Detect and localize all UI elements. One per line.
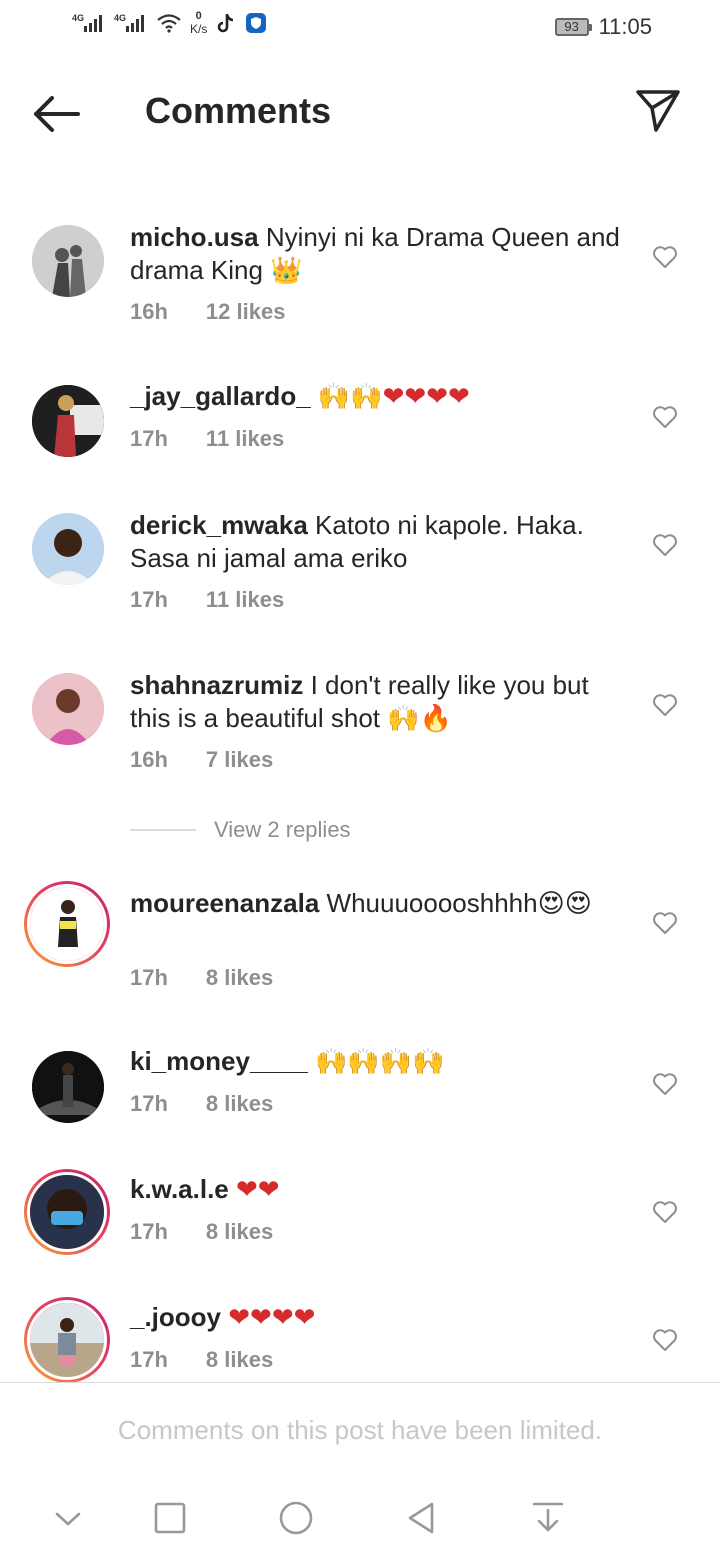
comment-time: 16h	[130, 747, 168, 772]
comment-meta: 16h 7 likes	[130, 747, 273, 773]
comment-username[interactable]: micho.usa	[130, 222, 259, 252]
heart-outline-icon[interactable]	[652, 693, 678, 717]
comment-text: moureenanzala Whuuuooooshhhh😍😍	[130, 887, 620, 920]
battery-icon: 93	[554, 18, 592, 36]
page-title: Comments	[145, 90, 332, 131]
comment-username[interactable]: ki_money____	[130, 1046, 308, 1076]
signal-icon: 4G	[72, 13, 102, 32]
network-speed: 0 K/s	[190, 10, 207, 36]
avatar-story-ring[interactable]	[24, 1169, 110, 1255]
download-icon[interactable]	[528, 1498, 568, 1538]
comment-likes[interactable]: 8 likes	[206, 1219, 273, 1244]
comment-username[interactable]: derick_mwaka	[130, 510, 308, 540]
heart-outline-icon[interactable]	[652, 1072, 678, 1096]
view-replies-label[interactable]: View 2 replies	[214, 817, 351, 843]
clock: 11:05	[598, 14, 652, 39]
wifi-icon	[157, 14, 181, 33]
comment-time: 16h	[130, 299, 168, 324]
comment-username[interactable]: _jay_gallardo_	[130, 381, 311, 411]
square-icon[interactable]	[150, 1498, 190, 1538]
avatar-story-ring[interactable]	[24, 1297, 110, 1383]
avatar-image	[32, 1051, 104, 1123]
status-right: 93 11:05	[554, 14, 652, 40]
replies-divider	[130, 829, 196, 831]
tiktok-icon	[218, 14, 234, 33]
heart-outline-icon[interactable]	[652, 533, 678, 557]
comment-likes[interactable]: 11 likes	[206, 426, 284, 451]
comments-limited-label: Comments on this post have been limited.	[117, 1415, 603, 1445]
heart-outline-icon[interactable]	[652, 911, 678, 935]
shield-app-icon	[246, 13, 267, 33]
avatar-image	[32, 385, 104, 457]
comment-username[interactable]: _.joooy	[130, 1302, 221, 1332]
comment-meta: 16h 12 likes	[130, 299, 285, 325]
heart-outline-icon[interactable]	[652, 1328, 678, 1352]
heart-outline-icon[interactable]	[652, 245, 678, 269]
heart-outline-icon[interactable]	[652, 1200, 678, 1224]
comment-body: Whuuuooooshhhh😍😍	[326, 888, 592, 918]
comments-limited-bar: Comments on this post have been limited.	[0, 1382, 720, 1473]
avatar-story-ring[interactable]	[24, 881, 110, 967]
comment-username[interactable]: shahnazrumiz	[130, 670, 303, 700]
avatar[interactable]	[32, 673, 104, 745]
comment-time: 17h	[130, 1219, 168, 1244]
comment-time: 17h	[130, 1347, 168, 1372]
comment-time: 17h	[130, 587, 168, 612]
avatar[interactable]	[32, 225, 104, 297]
comment-time: 17h	[130, 1091, 168, 1116]
comment-text: _.joooy ❤❤❤❤	[130, 1301, 620, 1334]
circle-icon[interactable]	[276, 1498, 316, 1538]
avatar[interactable]	[32, 1051, 104, 1123]
comment-text: ki_money____ 🙌🙌🙌🙌	[130, 1045, 620, 1078]
comment-time: 17h	[130, 426, 168, 451]
status-left: 4G 4G 0 K/s	[72, 10, 267, 36]
comment-meta: 17h 11 likes	[130, 426, 284, 452]
view-replies[interactable]: View 2 replies	[130, 817, 351, 843]
status-bar: 4G 4G 0 K/s 93 11:05	[0, 0, 720, 56]
speed-unit: K/s	[190, 22, 208, 36]
svg-text:4G: 4G	[72, 13, 84, 23]
comment-time: 17h	[130, 965, 168, 990]
comment-likes[interactable]: 7 likes	[206, 747, 273, 772]
chevron-down-icon[interactable]	[48, 1498, 88, 1538]
avatar-image	[32, 513, 104, 585]
comment-text: _jay_gallardo_ 🙌🙌❤❤❤❤	[130, 380, 620, 413]
comment-text: k.w.a.l.e ❤❤	[130, 1173, 620, 1206]
comments-header: Comments	[0, 70, 720, 156]
comment-meta: 17h 11 likes	[130, 587, 284, 613]
comment-username[interactable]: k.w.a.l.e	[130, 1174, 229, 1204]
triangle-back-icon[interactable]	[402, 1498, 442, 1538]
avatar-image	[30, 1175, 104, 1249]
signal-icon-2: 4G	[114, 13, 144, 32]
comment-body: 🙌🙌❤❤❤❤	[317, 381, 470, 411]
comment-likes[interactable]: 8 likes	[206, 1347, 273, 1372]
comment-meta: 17h 8 likes	[130, 1347, 273, 1373]
comment-text: derick_mwaka Katoto ni kapole. Haka. Sas…	[130, 509, 620, 575]
heart-outline-icon[interactable]	[652, 405, 678, 429]
comment-likes[interactable]: 8 likes	[206, 965, 273, 990]
comment-meta: 17h 8 likes	[130, 965, 273, 991]
comment-likes[interactable]: 8 likes	[206, 1091, 273, 1116]
avatar[interactable]	[32, 513, 104, 585]
comment-meta: 17h 8 likes	[130, 1091, 273, 1117]
comment-meta: 17h 8 likes	[130, 1219, 273, 1245]
back-arrow-icon[interactable]	[30, 92, 82, 136]
system-nav-bar	[0, 1480, 720, 1560]
comment-body: ❤❤	[236, 1174, 280, 1204]
send-icon[interactable]	[634, 86, 682, 134]
avatar-image	[30, 887, 104, 961]
avatar-image	[30, 1303, 104, 1377]
comment-likes[interactable]: 11 likes	[206, 587, 284, 612]
comment-body: 🙌🙌🙌🙌	[315, 1046, 445, 1076]
comment-text: micho.usa Nyinyi ni ka Drama Queen and d…	[130, 221, 620, 287]
svg-text:4G: 4G	[114, 13, 126, 23]
comment-username[interactable]: moureenanzala	[130, 888, 319, 918]
avatar-image	[32, 673, 104, 745]
comment-text: shahnazrumiz I don't really like you but…	[130, 669, 620, 735]
avatar[interactable]	[32, 385, 104, 457]
avatar-image	[32, 225, 104, 297]
comment-likes[interactable]: 12 likes	[206, 299, 286, 324]
comment-body: ❤❤❤❤	[228, 1302, 316, 1332]
